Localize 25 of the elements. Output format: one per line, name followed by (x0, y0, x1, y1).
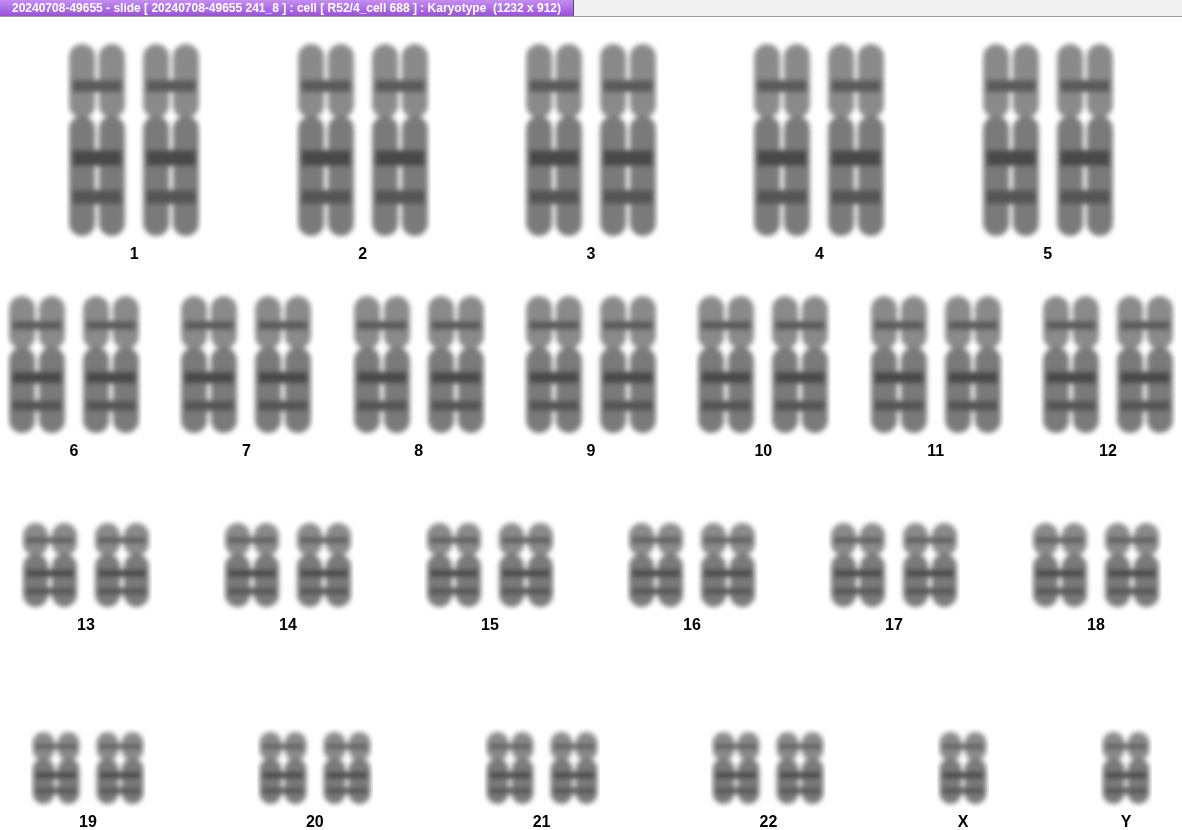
chromosome-label: 18 (1087, 616, 1105, 633)
window-title: 20240708-49655 - slide [ 20240708-49655 241_8 ] : cell [ R52/4_cell 688 ] : Karyotype (1232 x 912) (0, 0, 575, 16)
chromosome-label: 7 (241, 443, 251, 460)
chromosome-label: 15 (481, 616, 499, 633)
chromosome-label: 20 (305, 814, 324, 830)
chromosome-label: 9 (586, 443, 596, 460)
chromosome-label: 11 (927, 443, 945, 460)
chromosome-label: Y (1120, 814, 1132, 830)
chromosome-label: 14 (279, 616, 297, 633)
chromosome-label: 19 (79, 814, 97, 830)
chromosome-label: 21 (532, 814, 551, 830)
chromosome-label: 4 (814, 246, 824, 262)
chromosome-label: 12 (1099, 443, 1117, 460)
chromosome-label: 13 (77, 616, 95, 633)
chromosome-label: 3 (586, 246, 596, 262)
chromosome-label: 2 (358, 246, 368, 262)
chromosome-label: 22 (759, 814, 778, 830)
chromosome-label: 1 (129, 246, 139, 262)
chromosome-label: 6 (69, 443, 79, 460)
chromosome-label: 10 (754, 443, 773, 460)
chromosome-label: 8 (414, 443, 424, 460)
chromosome-label: 17 (885, 616, 903, 633)
chromosome-label: 16 (683, 616, 701, 633)
chromosome-label: X (957, 814, 969, 830)
chromosome-label: 5 (1043, 246, 1053, 262)
